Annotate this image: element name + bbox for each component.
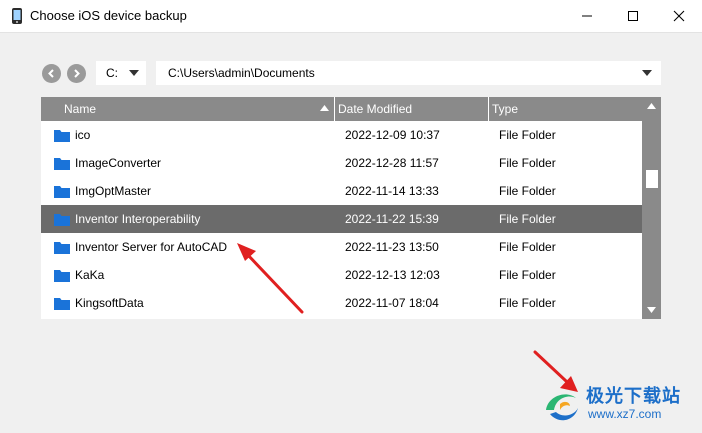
folder-icon xyxy=(54,298,70,310)
table-row[interactable]: KaKa 2022-12-13 12:03 File Folder xyxy=(41,261,642,289)
folder-icon xyxy=(54,270,70,282)
table-row[interactable]: KingsoftData 2022-11-07 18:04 File Folder xyxy=(41,289,642,317)
folder-icon xyxy=(54,214,70,226)
chevron-left-icon xyxy=(48,69,54,78)
drive-dropdown[interactable]: C: xyxy=(96,61,146,85)
cell-name: KaKa xyxy=(75,268,105,282)
path-value: C:\Users\admin\Documents xyxy=(168,66,315,80)
back-button[interactable] xyxy=(42,64,61,83)
folder-icon xyxy=(54,242,70,254)
chevron-right-icon xyxy=(74,69,80,78)
table-row[interactable]: Inventor Interoperability 2022-11-22 15:3… xyxy=(41,205,642,233)
cell-date-modified: 2022-11-22 15:39 xyxy=(345,212,439,226)
column-header-type[interactable]: Type xyxy=(488,97,642,121)
cell-name: Inventor Interoperability xyxy=(75,212,201,226)
close-button[interactable] xyxy=(656,0,702,32)
column-header-name[interactable]: Name xyxy=(41,97,334,121)
watermark-brand: 极光下载站 xyxy=(586,386,681,406)
folder-icon xyxy=(54,186,70,198)
cell-type: File Folder xyxy=(499,296,556,310)
swirl-logo-icon xyxy=(546,394,578,421)
cell-date-modified: 2022-12-13 12:03 xyxy=(345,268,440,282)
close-icon xyxy=(673,10,685,22)
cell-type: File Folder xyxy=(499,184,556,198)
window-title: Choose iOS device backup xyxy=(30,8,187,23)
sort-ascending-icon xyxy=(320,105,329,111)
chevron-down-icon xyxy=(642,70,652,76)
table-row[interactable]: ImageConverter 2022-12-28 11:57 File Folde… xyxy=(41,149,642,177)
phone-app-icon xyxy=(12,8,22,24)
scroll-down-icon[interactable] xyxy=(647,307,656,313)
title-bar: Choose iOS device backup xyxy=(0,0,702,32)
table-row[interactable]: Inventor Server for AutoCAD 2022-11-23 13… xyxy=(41,233,642,261)
table-header: Name Date Modified Type xyxy=(41,97,642,121)
watermark-url: www.xz7.com xyxy=(588,407,662,421)
maximize-icon xyxy=(628,11,638,21)
cell-name: ImgOptMaster xyxy=(75,184,152,198)
cell-date-modified: 2022-11-07 18:04 xyxy=(345,296,439,310)
cell-name: Inventor Server for AutoCAD xyxy=(75,240,228,254)
path-dropdown[interactable]: C:\Users\admin\Documents xyxy=(156,61,661,85)
vertical-scrollbar[interactable] xyxy=(642,97,661,319)
scroll-up-icon[interactable] xyxy=(647,103,656,109)
cell-type: File Folder xyxy=(499,240,556,254)
cell-type: File Folder xyxy=(499,128,556,142)
table-row[interactable]: ico 2022-12-09 10:37 File Folder xyxy=(41,121,642,149)
cell-date-modified: 2022-11-14 13:33 xyxy=(345,184,439,198)
chevron-down-icon xyxy=(129,70,139,76)
cell-date-modified: 2022-12-28 11:57 xyxy=(345,156,439,170)
folder-icon xyxy=(54,130,70,142)
table-row[interactable]: ImgOptMaster 2022-11-14 13:33 File Folder xyxy=(41,177,642,205)
cell-type: File Folder xyxy=(499,268,556,282)
cell-name: KingsoftData xyxy=(75,296,144,310)
watermark: 极光下载站 www.xz7.com xyxy=(540,380,700,430)
maximize-button[interactable] xyxy=(610,0,656,32)
file-list[interactable]: Name Date Modified Type ico 2022-12-09 10… xyxy=(41,97,661,319)
cell-name: ico xyxy=(75,128,91,142)
cell-type: File Folder xyxy=(499,212,556,226)
scrollbar-thumb[interactable] xyxy=(646,170,658,188)
column-header-date[interactable]: Date Modified xyxy=(334,97,488,121)
cell-type: File Folder xyxy=(499,156,556,170)
drive-value: C: xyxy=(106,66,118,80)
minimize-icon xyxy=(582,15,592,17)
cell-name: ImageConverter xyxy=(75,156,162,170)
forward-button[interactable] xyxy=(67,64,86,83)
minimize-button[interactable] xyxy=(564,0,610,32)
folder-icon xyxy=(54,158,70,170)
cell-date-modified: 2022-12-09 10:37 xyxy=(345,128,440,142)
cell-date-modified: 2022-11-23 13:50 xyxy=(345,240,439,254)
